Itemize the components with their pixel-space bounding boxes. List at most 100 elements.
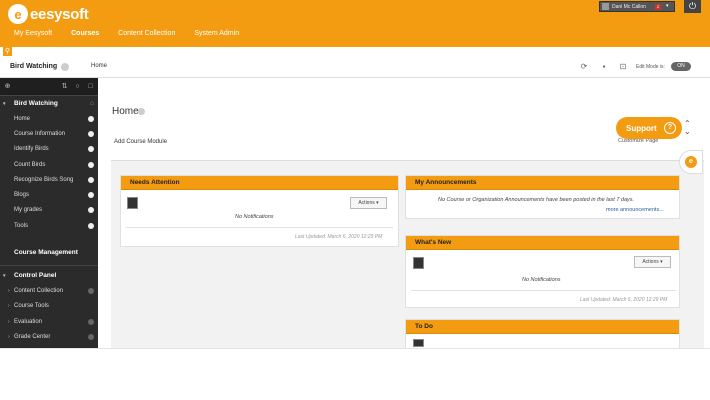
- page-title: Home: [112, 106, 139, 117]
- actions-label: Actions: [642, 259, 659, 265]
- sidebar-item-label: Content Collection: [14, 288, 64, 295]
- lock-icon[interactable]: ⊡: [618, 62, 628, 72]
- window-icon[interactable]: □: [86, 82, 95, 91]
- control-panel-label: Control Panel: [14, 272, 57, 280]
- sidebar-item-label: Course Tools: [14, 303, 49, 310]
- course-title[interactable]: Bird Watching: [10, 63, 57, 70]
- course-menu-title: Bird Watching: [14, 100, 58, 107]
- course-menu-icon[interactable]: [61, 63, 69, 71]
- refresh-icon[interactable]: ○: [73, 82, 82, 91]
- top-header: e eesysoft Dani Mc Callon 2 ▾ ⏻ My Eesys…: [0, 0, 710, 47]
- nav-courses[interactable]: Courses: [71, 30, 99, 37]
- module-needs-attention: Needs Attention Actions ▾ No Notificatio…: [120, 175, 399, 247]
- sidebar-item-course-tools[interactable]: › Course Tools: [0, 299, 98, 314]
- nav-my-eesysoft[interactable]: My Eesysoft: [14, 30, 52, 37]
- actions-label: Actions: [358, 200, 375, 206]
- status-dot-icon[interactable]: [88, 146, 94, 153]
- course-menu: ⊕ ⇅ ○ □ ▾ Bird Watching ⌂ Home Course In…: [0, 78, 98, 348]
- expand-icon[interactable]: [88, 333, 94, 340]
- sidebar-item-evaluation[interactable]: › Evaluation: [0, 314, 98, 329]
- scroll-arrows[interactable]: ⌃ ⌄: [684, 120, 691, 136]
- module-to-do: To Do: [405, 319, 680, 351]
- power-icon[interactable]: ⏻: [684, 0, 701, 13]
- sidebar-item-grade-center[interactable]: › Grade Center: [0, 329, 98, 344]
- expand-icon[interactable]: [88, 318, 94, 325]
- eesysoft-logo-icon: e: [685, 156, 697, 168]
- course-bar: Bird Watching Home ⟳ ▪ ⊡ Edit Mode is: O…: [0, 56, 710, 78]
- user-menu[interactable]: Dani Mc Callon 2 ▾: [599, 1, 675, 12]
- page-menu-icon[interactable]: [138, 108, 145, 115]
- status-dot-icon[interactable]: [88, 161, 94, 168]
- question-icon: ?: [664, 122, 676, 134]
- edit-mode-label: Edit Mode is:: [636, 64, 665, 70]
- avatar: [127, 197, 138, 209]
- caret-down-icon: ▾: [3, 100, 6, 107]
- support-button[interactable]: Support ?: [616, 117, 682, 139]
- pin-icon[interactable]: ⚲: [3, 47, 12, 56]
- module-title[interactable]: To Do: [406, 320, 679, 334]
- user-name: Dani Mc Callon: [612, 3, 646, 10]
- actions-button[interactable]: Actions ▾: [350, 197, 387, 209]
- more-announcements-link[interactable]: more announcements...: [606, 207, 664, 213]
- sidebar-item-label: Recognize Birds Song: [14, 176, 74, 183]
- empty-message: No Notifications: [522, 277, 561, 283]
- control-panel-heading[interactable]: ▾ Control Panel: [0, 268, 98, 283]
- module-title[interactable]: My Announcements: [406, 176, 679, 190]
- status-dot-icon[interactable]: [88, 115, 94, 122]
- avatar: [413, 257, 424, 269]
- nav-system-admin[interactable]: System Admin: [194, 30, 239, 37]
- last-updated: Last Updated: March 6, 2020 12:29 PM: [580, 297, 668, 303]
- sidebar-item-label: Home: [14, 115, 31, 122]
- module-title[interactable]: Needs Attention: [121, 176, 398, 190]
- divider: [0, 265, 98, 267]
- module-my-announcements: My Announcements No Course or Organizati…: [405, 175, 680, 219]
- module-title[interactable]: What's New: [406, 236, 679, 250]
- avatar: [413, 339, 424, 347]
- expand-icon[interactable]: [88, 288, 94, 295]
- sidebar-item-label: Tools: [14, 222, 29, 229]
- status-dot-icon[interactable]: [88, 222, 94, 229]
- sidebar-item-course-information[interactable]: Course Information: [0, 126, 98, 141]
- sidebar-item-my-grades[interactable]: My grades: [0, 203, 98, 218]
- add-course-module-button[interactable]: Add Course Module: [114, 139, 167, 145]
- status-dot-icon[interactable]: [88, 207, 94, 214]
- notification-badge[interactable]: 2: [655, 4, 661, 10]
- empty-message: No Course or Organization Announcements …: [438, 197, 635, 203]
- menu-toolbar: ⊕ ⇅ ○ □: [0, 78, 98, 96]
- page-bottom: [0, 348, 710, 400]
- breadcrumb[interactable]: Home: [91, 63, 107, 69]
- status-dot-icon[interactable]: [88, 192, 94, 199]
- status-dot-icon[interactable]: [88, 176, 94, 183]
- edit-mode-toggle[interactable]: ON: [671, 62, 691, 71]
- sidebar-item-label: Blogs: [14, 192, 30, 199]
- top-nav: My Eesysoft Courses Content Collection S…: [14, 30, 258, 37]
- add-icon[interactable]: ⊕: [3, 82, 12, 91]
- sidebar-item-count-birds[interactable]: Count Birds: [0, 157, 98, 172]
- last-updated: Last Updated: March 6, 2020 12:29 PM: [295, 234, 383, 240]
- sidebar-item-identify-birds[interactable]: Identify Birds: [0, 142, 98, 157]
- divider: [411, 290, 676, 291]
- main-content: Home Add Course Module Customize Page Ne…: [98, 78, 710, 351]
- caret-right-icon: ›: [8, 318, 10, 325]
- sidebar-item-content-collection[interactable]: › Content Collection: [0, 283, 98, 298]
- sidebar-item-blogs[interactable]: Blogs: [0, 187, 98, 202]
- sidebar-item-label: Grade Center: [14, 333, 51, 340]
- sidebar-item-tools[interactable]: Tools: [0, 218, 98, 233]
- folder-icon[interactable]: ▪: [599, 62, 609, 72]
- support-label: Support: [626, 123, 657, 133]
- sort-icon[interactable]: ⇅: [60, 82, 69, 91]
- home-icon[interactable]: ⌂: [90, 100, 94, 107]
- actions-button[interactable]: Actions ▾: [634, 256, 671, 268]
- sidebar-item-recognize-birds-song[interactable]: Recognize Birds Song: [0, 172, 98, 187]
- sidebar-item-home[interactable]: Home: [0, 111, 98, 126]
- module-whats-new: What's New Actions ▾ No Notifications La…: [405, 235, 680, 308]
- caret-right-icon: ›: [8, 303, 10, 310]
- refresh-icon[interactable]: ⟳: [579, 62, 589, 72]
- brand-logo[interactable]: e eesysoft: [8, 4, 89, 24]
- course-management-heading: Course Management: [14, 248, 78, 256]
- eesysoft-widget[interactable]: e: [679, 150, 703, 174]
- status-dot-icon[interactable]: [88, 130, 94, 137]
- brand-name: eesysoft: [30, 5, 89, 23]
- nav-content-collection[interactable]: Content Collection: [118, 30, 175, 37]
- menu-course-title[interactable]: ▾ Bird Watching ⌂: [0, 96, 98, 111]
